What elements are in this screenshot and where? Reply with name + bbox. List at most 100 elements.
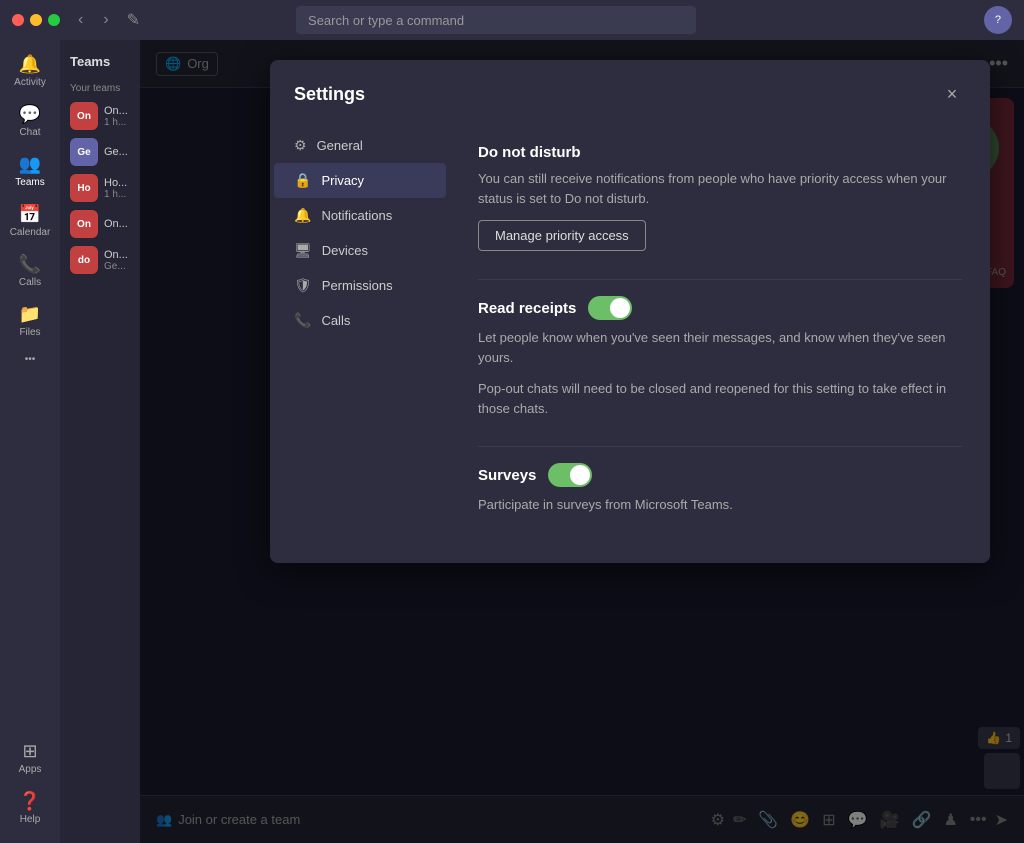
your-teams-label: Your teams: [64, 79, 136, 98]
sidebar-item-chat[interactable]: 💬 Chat: [4, 98, 56, 144]
surveys-toggle-row: Surveys: [478, 463, 962, 487]
nav-arrows: ‹ ›: [72, 9, 115, 31]
surveys-toggle[interactable]: [548, 463, 592, 487]
team-item-do[interactable]: do On... Ge...: [64, 242, 136, 278]
read-receipts-toggle[interactable]: [588, 296, 632, 320]
sidebar-label-help: Help: [20, 814, 41, 825]
manage-priority-access-button[interactable]: Manage priority access: [478, 220, 646, 251]
team-avatar-ho: Ho: [70, 174, 98, 202]
nav-label-privacy: Privacy: [321, 173, 364, 188]
read-receipts-desc1: Let people know when you've seen their m…: [478, 328, 962, 367]
team-avatar-on2: On: [70, 210, 98, 238]
sidebar-label-activity: Activity: [14, 77, 46, 88]
toggle-knob-surveys: [570, 465, 590, 485]
nav-label-calls: Calls: [321, 313, 350, 328]
do-not-disturb-section: Do not disturb You can still receive not…: [478, 144, 962, 251]
nav-item-permissions[interactable]: 🛡 Permissions: [274, 268, 446, 303]
nav-item-calls[interactable]: 📞 Calls: [274, 303, 446, 338]
modal-overlay: Settings × ⚙ General 🔒 Privacy: [140, 40, 1024, 843]
sidebar-item-teams[interactable]: 👥 Teams: [4, 148, 56, 194]
modal-header: Settings ×: [270, 60, 990, 124]
files-icon: 📁: [19, 304, 41, 325]
sidebar-item-files[interactable]: 📁 Files: [4, 298, 56, 344]
app-layout: 🔔 Activity 💬 Chat 👥 Teams 📅 Calendar 📞 C…: [0, 40, 1024, 843]
window-controls: [12, 14, 60, 26]
permissions-icon: 🛡: [294, 277, 312, 294]
team-avatar-ge: Ge: [70, 138, 98, 166]
settings-modal: Settings × ⚙ General 🔒 Privacy: [270, 60, 990, 563]
sidebar-label-chat: Chat: [19, 127, 40, 138]
nav-label-general: General: [317, 138, 363, 153]
minimize-dot[interactable]: [30, 14, 42, 26]
surveys-section: Surveys Participate in surveys from Micr…: [478, 463, 962, 515]
titlebar: ‹ › ✎ Search or type a command ?: [0, 0, 1024, 40]
sidebar: 🔔 Activity 💬 Chat 👥 Teams 📅 Calendar 📞 C…: [0, 40, 60, 843]
forward-button[interactable]: ›: [97, 9, 114, 31]
team-name-ge: Ge...: [104, 146, 128, 158]
sidebar-item-more[interactable]: •••: [4, 348, 56, 371]
read-receipts-desc2: Pop-out chats will need to be closed and…: [478, 379, 962, 418]
team-name-ho: Ho...: [104, 177, 127, 189]
nav-item-notifications[interactable]: 🔔 Notifications: [274, 198, 446, 233]
sidebar-item-calls[interactable]: 📞 Calls: [4, 248, 56, 294]
calls-nav-icon: 📞: [294, 312, 311, 329]
teams-panel: Teams Your teams On On... 1 h... Ge Ge..…: [60, 40, 140, 843]
search-bar[interactable]: Search or type a command: [296, 6, 696, 34]
nav-item-devices[interactable]: 🖥 Devices: [274, 233, 446, 268]
team-sub-on1: 1 h...: [104, 117, 128, 128]
activity-icon: 🔔: [19, 54, 41, 75]
calendar-icon: 📅: [19, 204, 41, 225]
back-button[interactable]: ‹: [72, 9, 89, 31]
surveys-description: Participate in surveys from Microsoft Te…: [478, 495, 962, 515]
close-dot[interactable]: [12, 14, 24, 26]
general-icon: ⚙: [294, 137, 307, 154]
team-item-on1[interactable]: On On... 1 h...: [64, 98, 136, 134]
privacy-icon: 🔒: [294, 172, 311, 189]
team-name-do: On...: [104, 249, 128, 261]
teams-panel-title: Teams: [64, 48, 136, 79]
team-item-ge[interactable]: Ge Ge...: [64, 134, 136, 170]
read-receipts-toggle-row: Read receipts: [478, 296, 962, 320]
modal-body: ⚙ General 🔒 Privacy 🔔 Notifications: [270, 124, 990, 563]
team-avatar-do: do: [70, 246, 98, 274]
settings-content: Do not disturb You can still receive not…: [450, 124, 990, 563]
user-avatar[interactable]: ?: [984, 6, 1012, 34]
read-receipts-label: Read receipts: [478, 300, 576, 317]
modal-title: Settings: [294, 84, 365, 105]
team-sub-ho: 1 h...: [104, 189, 127, 200]
nav-item-general[interactable]: ⚙ General: [274, 128, 446, 163]
read-receipts-section: Read receipts Let people know when you'v…: [478, 296, 962, 418]
modal-close-button[interactable]: ×: [938, 80, 966, 108]
dnd-title: Do not disturb: [478, 144, 962, 161]
apps-icon: ⊞: [22, 741, 37, 762]
nav-label-notifications: Notifications: [321, 208, 392, 223]
sidebar-item-activity[interactable]: 🔔 Activity: [4, 48, 56, 94]
search-placeholder: Search or type a command: [308, 13, 464, 28]
sidebar-item-apps[interactable]: ⊞ Apps: [4, 735, 56, 781]
sidebar-item-calendar[interactable]: 📅 Calendar: [4, 198, 56, 244]
sidebar-item-help[interactable]: ❓ Help: [4, 785, 56, 831]
titlebar-right: ?: [984, 6, 1012, 34]
team-name-on2: On...: [104, 218, 128, 230]
sidebar-label-calendar: Calendar: [10, 227, 51, 238]
main-content: 🌐 Org ••• ? en the FAQ 👍 1 👥: [140, 40, 1024, 843]
teams-icon: 👥: [19, 154, 41, 175]
sidebar-label-teams: Teams: [15, 177, 44, 188]
team-item-ho[interactable]: Ho Ho... 1 h...: [64, 170, 136, 206]
sidebar-bottom: ⊞ Apps ❓ Help: [4, 735, 56, 843]
nav-item-privacy[interactable]: 🔒 Privacy: [274, 163, 446, 198]
calls-icon: 📞: [19, 254, 41, 275]
sidebar-label-calls: Calls: [19, 277, 41, 288]
team-avatar-on1: On: [70, 102, 98, 130]
sidebar-label-apps: Apps: [19, 764, 42, 775]
divider-1: [478, 279, 962, 280]
maximize-dot[interactable]: [48, 14, 60, 26]
nav-label-devices: Devices: [322, 243, 368, 258]
compose-icon[interactable]: ✎: [127, 10, 140, 30]
chat-icon: 💬: [19, 104, 41, 125]
team-item-on2[interactable]: On On...: [64, 206, 136, 242]
settings-nav: ⚙ General 🔒 Privacy 🔔 Notifications: [270, 124, 450, 563]
dnd-description: You can still receive notifications from…: [478, 169, 962, 208]
notifications-icon: 🔔: [294, 207, 311, 224]
team-name-on1: On...: [104, 105, 128, 117]
